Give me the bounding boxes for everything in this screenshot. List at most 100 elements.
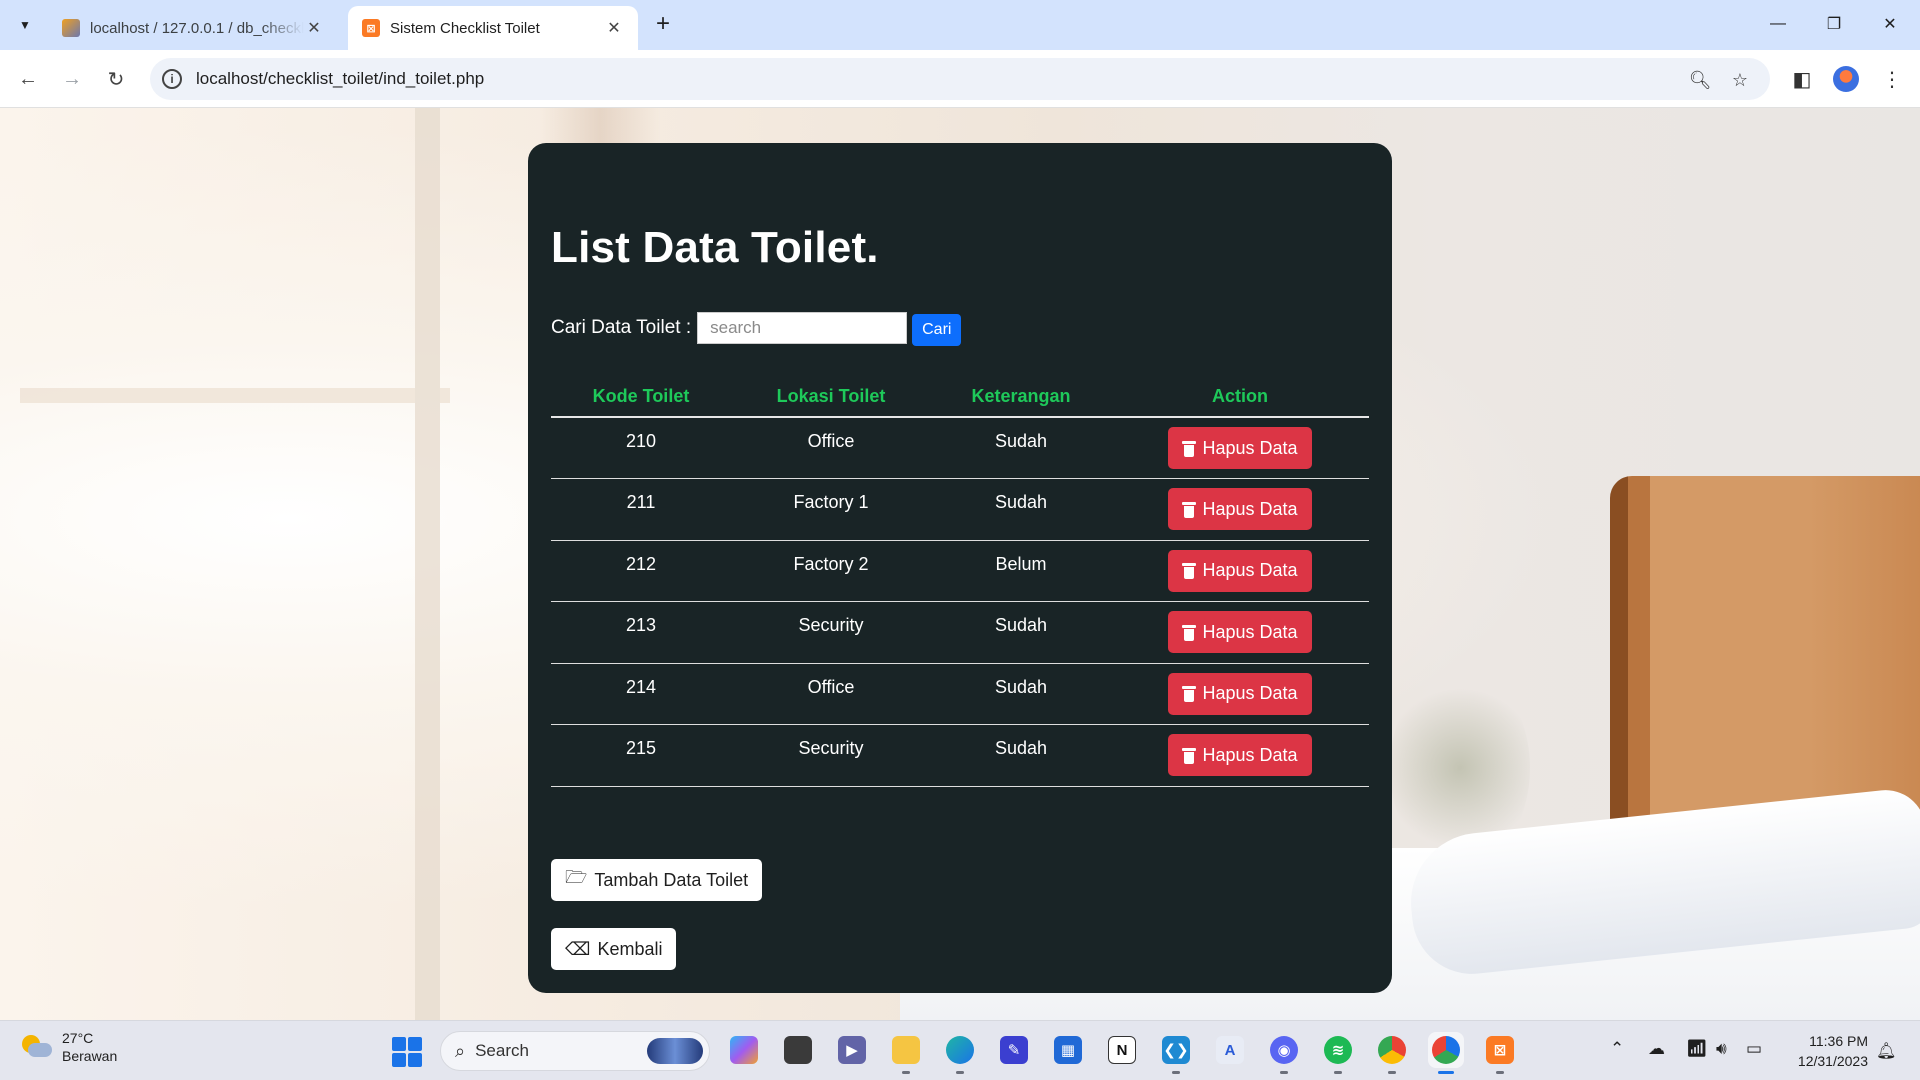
avatar bbox=[1833, 66, 1859, 92]
hapus-data-label: Hapus Data bbox=[1202, 560, 1298, 581]
cell-action: Hapus Data bbox=[1111, 724, 1369, 788]
battery-icon[interactable]: ▭ bbox=[1746, 1039, 1762, 1059]
cell-keterangan: Sudah bbox=[931, 601, 1111, 664]
forward-button[interactable]: → bbox=[56, 63, 88, 95]
cell-keterangan: Sudah bbox=[931, 663, 1111, 726]
taskbar-search-label: Search bbox=[475, 1041, 529, 1060]
chrome-app[interactable] bbox=[1374, 1032, 1410, 1074]
reload-button[interactable]: ↻ bbox=[100, 63, 132, 95]
file-explorer-app[interactable] bbox=[888, 1032, 924, 1074]
star-icon[interactable]: ☆ bbox=[1727, 67, 1753, 93]
search-button[interactable]: Cari bbox=[912, 314, 962, 346]
browser-titlebar: ▼ localhost / 127.0.0.1 / db_checklist ✕… bbox=[0, 0, 1920, 50]
cell-lokasi: Security bbox=[731, 724, 931, 788]
task-view-app[interactable] bbox=[780, 1032, 816, 1068]
search-label: Cari Data Toilet : bbox=[551, 317, 692, 338]
address-bar[interactable]: i localhost/checklist_toilet/ind_toilet.… bbox=[150, 58, 1770, 100]
cell-lokasi: Security bbox=[731, 601, 931, 664]
cell-action: Hapus Data bbox=[1111, 540, 1369, 603]
tab-phpmyadmin[interactable]: localhost / 127.0.0.1 / db_checklist ✕ bbox=[48, 6, 338, 50]
cell-kode: 213 bbox=[551, 601, 731, 664]
vscode-app[interactable]: ❮❯ bbox=[1158, 1032, 1194, 1074]
hapus-data-button[interactable]: Hapus Data bbox=[1168, 734, 1312, 777]
browser-toolbar: ← → ↻ i localhost/checklist_toilet/ind_t… bbox=[0, 50, 1920, 108]
edge-app[interactable] bbox=[942, 1032, 978, 1074]
back-button[interactable]: ← bbox=[12, 63, 44, 95]
trash-icon bbox=[1182, 440, 1197, 457]
copilot-app[interactable] bbox=[726, 1032, 762, 1068]
trash-icon bbox=[1182, 562, 1197, 580]
site-info-icon[interactable]: i bbox=[162, 69, 182, 89]
notification-bell-icon[interactable]: 🔔︎ bbox=[1876, 1041, 1896, 1061]
table-row: 210 Office Sudah Hapus Data bbox=[551, 417, 1369, 480]
arrow-right-icon: → bbox=[62, 67, 82, 90]
kembali-button[interactable]: ⌫ Kembali bbox=[551, 928, 677, 970]
close-icon[interactable]: ✕ bbox=[604, 18, 624, 38]
hapus-data-button[interactable]: Hapus Data bbox=[1168, 549, 1312, 592]
table-row: 211 Factory 1 Sudah Hapus Data bbox=[551, 478, 1369, 541]
spotify-app[interactable]: ≋ bbox=[1320, 1032, 1356, 1074]
hapus-data-label: Hapus Data bbox=[1202, 437, 1298, 458]
tab-sistem-checklist[interactable]: ⊠ Sistem Checklist Toilet ✕ bbox=[348, 6, 638, 50]
search-form: Cari Data Toilet : Cari bbox=[551, 310, 962, 346]
sketch-app[interactable]: ✎ bbox=[996, 1032, 1032, 1068]
weather-widget[interactable]: 27°C Berawan bbox=[20, 1029, 117, 1065]
hapus-data-button[interactable]: Hapus Data bbox=[1168, 488, 1312, 531]
table-header-row: Kode Toilet Lokasi Toilet Keterangan Act… bbox=[551, 371, 1369, 418]
hapus-data-label: Hapus Data bbox=[1202, 498, 1298, 519]
chrome-dev-app[interactable] bbox=[1428, 1032, 1464, 1074]
table-row: 214 Office Sudah Hapus Data bbox=[551, 663, 1369, 726]
folder-open-icon: 🗁 bbox=[565, 867, 588, 887]
wifi-icon[interactable]: 📶︎ bbox=[1686, 1039, 1708, 1059]
cell-lokasi: Office bbox=[731, 663, 931, 726]
discord-app[interactable]: ◉ bbox=[1266, 1032, 1302, 1074]
minimize-button[interactable]: — bbox=[1750, 0, 1806, 48]
column-header-action: Action bbox=[1111, 371, 1369, 418]
page-title: List Data Toilet. bbox=[551, 223, 879, 272]
chevron-up-icon[interactable]: ⌃ bbox=[1610, 1039, 1624, 1059]
search-input[interactable] bbox=[697, 312, 908, 344]
partly-cloudy-icon bbox=[20, 1033, 52, 1061]
backspace-icon: ⌫ bbox=[565, 938, 591, 959]
cell-action: Hapus Data bbox=[1111, 601, 1369, 664]
restore-icon: ❐ bbox=[1826, 16, 1842, 33]
column-header-kode: Kode Toilet bbox=[551, 371, 731, 418]
volume-icon[interactable]: 🔊︎ bbox=[1716, 1039, 1727, 1059]
notion-app[interactable]: N bbox=[1104, 1032, 1140, 1068]
hapus-data-label: Hapus Data bbox=[1202, 683, 1298, 704]
reload-icon: ↻ bbox=[107, 68, 125, 91]
tab-search-button[interactable]: ▼ bbox=[10, 10, 40, 40]
hapus-data-button[interactable]: Hapus Data bbox=[1168, 672, 1312, 715]
xampp-app[interactable]: ⊠ bbox=[1482, 1032, 1518, 1074]
tambah-data-button[interactable]: 🗁 Tambah Data Toilet bbox=[551, 859, 763, 901]
xampp-icon: ⊠ bbox=[362, 19, 380, 37]
column-header-keterangan: Keterangan bbox=[931, 371, 1111, 418]
store-app[interactable]: ▦ bbox=[1050, 1032, 1086, 1068]
zoom-icon[interactable]: 🔍︎ bbox=[1687, 67, 1713, 93]
cell-keterangan: Sudah bbox=[931, 724, 1111, 788]
more-menu-icon[interactable]: ⋮ bbox=[1876, 63, 1908, 95]
tab-title: localhost / 127.0.0.1 / db_checklist bbox=[90, 19, 304, 37]
cell-lokasi: Office bbox=[731, 417, 931, 480]
system-clock[interactable]: 11:36 PM 12/31/2023 bbox=[1780, 1031, 1868, 1071]
weather-desc: Berawan bbox=[62, 1048, 118, 1064]
cell-action: Hapus Data bbox=[1111, 478, 1369, 541]
url-text[interactable]: localhost/checklist_toilet/ind_toilet.ph… bbox=[196, 69, 484, 89]
profile-button[interactable] bbox=[1830, 63, 1862, 95]
side-panel-icon[interactable]: ◧ bbox=[1786, 63, 1818, 95]
search-icon: ⌕ bbox=[455, 1040, 466, 1061]
taskbar-search[interactable]: ⌕ Search bbox=[440, 1031, 710, 1071]
onedrive-icon[interactable]: ☁ bbox=[1648, 1039, 1665, 1059]
close-window-button[interactable]: ✕ bbox=[1862, 0, 1918, 48]
kembali-label: Kembali bbox=[597, 938, 663, 959]
start-button[interactable] bbox=[392, 1037, 422, 1067]
new-tab-button[interactable]: + bbox=[648, 10, 678, 40]
restore-button[interactable]: ❐ bbox=[1806, 0, 1862, 48]
hapus-data-button[interactable]: Hapus Data bbox=[1168, 427, 1312, 469]
arc-app[interactable]: A bbox=[1212, 1032, 1248, 1068]
hapus-data-button[interactable]: Hapus Data bbox=[1168, 611, 1312, 654]
close-icon[interactable]: ✕ bbox=[304, 18, 324, 38]
cell-kode: 210 bbox=[551, 417, 731, 480]
teams-app[interactable]: ▶ bbox=[834, 1032, 870, 1068]
trash-icon bbox=[1182, 501, 1197, 518]
